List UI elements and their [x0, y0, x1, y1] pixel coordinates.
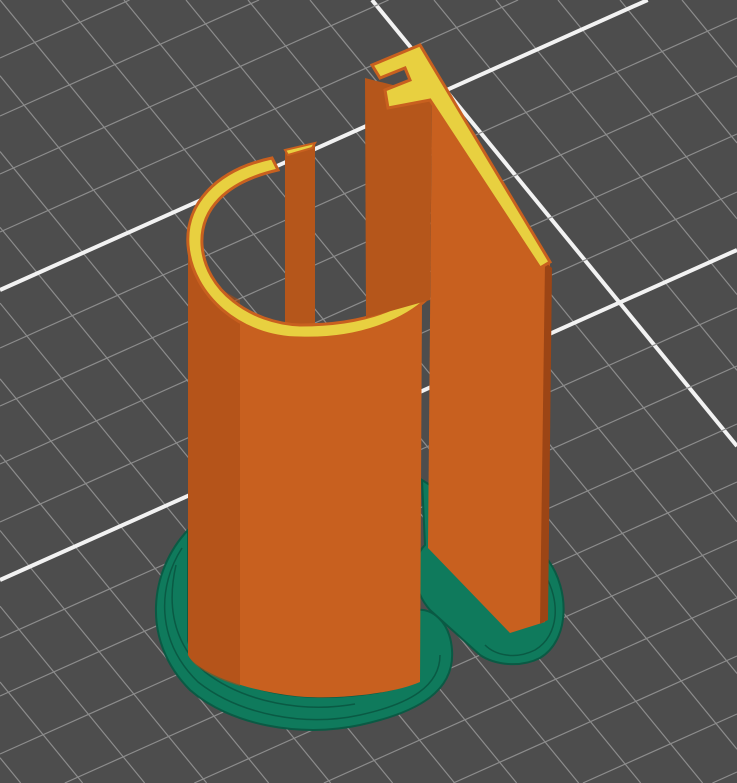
- grid-minor-line: [0, 0, 260, 117]
- grid-minor-line: [681, 0, 737, 68]
- grid-minor-line: [619, 0, 737, 144]
- back-wall: [283, 141, 318, 335]
- grid-minor-line: [0, 0, 130, 59]
- grid-minor-line: [582, 713, 737, 783]
- grid-minor-line: [0, 0, 389, 175]
- preview-canvas[interactable]: [0, 0, 737, 783]
- grid-minor-line: [712, 771, 737, 783]
- grid-minor-line: [0, 681, 84, 783]
- 3d-preview-viewport[interactable]: [0, 0, 737, 783]
- grid-minor-line: [453, 655, 737, 783]
- grid-minor-line: [0, 757, 22, 783]
